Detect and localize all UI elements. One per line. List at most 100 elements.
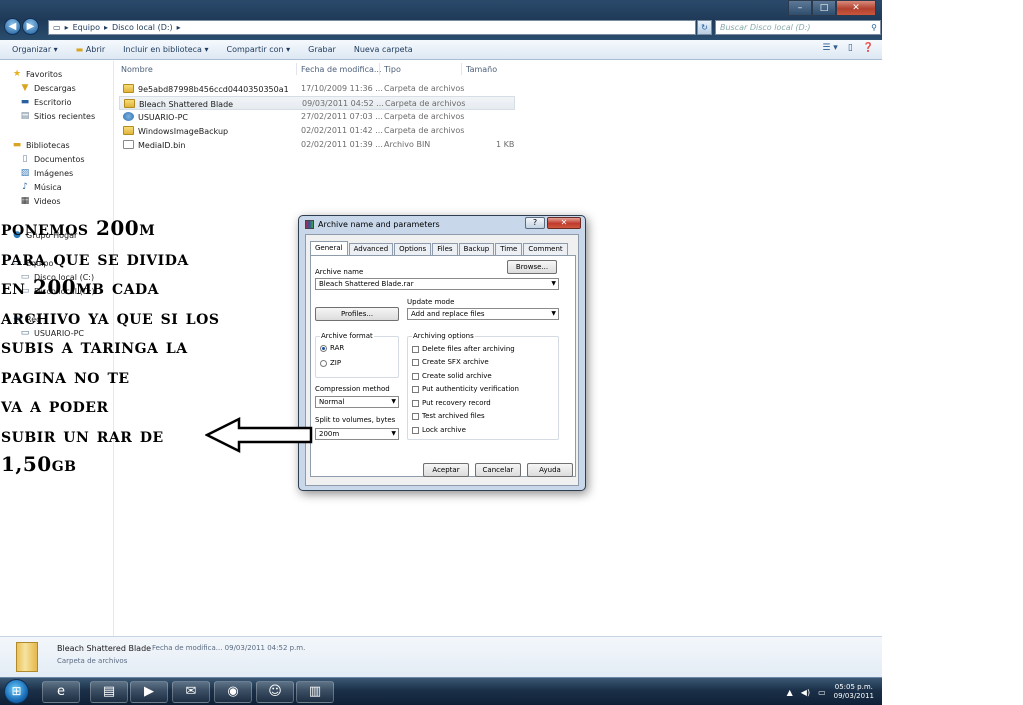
nav-documentos[interactable]: ▯ Documentos <box>20 152 85 166</box>
nav-videos[interactable]: ▦ Videos <box>20 194 61 208</box>
file-type: Carpeta de archivos <box>384 126 465 135</box>
table-row[interactable]: MediaID.bin 02/02/2011 01:39 ... Archivo… <box>119 138 515 152</box>
aceptar-button[interactable]: Aceptar <box>423 463 469 477</box>
column-header-fecha[interactable]: Fecha de modifica... <box>301 65 382 74</box>
search-icon[interactable]: ⚲ <box>871 21 877 34</box>
chrome-icon[interactable]: ◉ <box>214 681 252 703</box>
libraries-icon: ▬ <box>12 140 22 150</box>
abrir-button[interactable]: ▬ Abrir <box>76 45 105 54</box>
help-button[interactable]: ? <box>525 217 545 229</box>
update-mode-value: Add and replace files <box>411 310 485 318</box>
close-button[interactable]: ✕ <box>836 0 876 16</box>
start-orb-icon[interactable]: ⊞ <box>4 679 29 704</box>
network-tray-icon[interactable]: ▭ <box>818 688 826 697</box>
file-icon <box>123 140 134 149</box>
nueva-carpeta-button[interactable]: Nueva carpeta <box>354 45 413 54</box>
update-mode-select[interactable]: Add and replace files ▼ <box>407 308 559 320</box>
column-divider[interactable] <box>461 63 462 75</box>
column-header-nombre[interactable]: Nombre <box>121 65 153 74</box>
browse-button[interactable]: Browse... <box>507 260 557 274</box>
table-row[interactable]: USUARIO-PC 27/02/2011 07:03 ... Carpeta … <box>119 110 515 124</box>
checkbox-create-sfx[interactable]: Create SFX archive <box>412 358 489 366</box>
tab-files[interactable]: Files <box>432 243 458 255</box>
back-arrow-icon[interactable]: ◀ <box>4 18 21 35</box>
annotation-line: 1,50gb <box>1 452 77 476</box>
nav-bibliotecas[interactable]: ▬ Bibliotecas <box>12 138 70 152</box>
search-input[interactable]: Buscar Disco local (D:) ⚲ <box>715 20 881 35</box>
winrar-icon[interactable]: ▥ <box>296 681 334 703</box>
clock[interactable]: 05:05 p.m. 09/03/2011 <box>834 683 874 701</box>
checkbox-delete-files[interactable]: Delete files after archiving <box>412 345 515 353</box>
explorer-window: – □ ✕ ◀ ▶ ▭ ▸ Equipo ▸ Disco local (D:) … <box>0 0 882 705</box>
chevron-down-icon[interactable]: ▼ <box>551 309 556 319</box>
forward-arrow-icon[interactable]: ▶ <box>22 18 39 35</box>
column-header-tipo[interactable]: Tipo <box>384 65 401 74</box>
minimize-button[interactable]: – <box>788 0 812 16</box>
file-date: 02/02/2011 01:42 ... <box>301 126 383 135</box>
media-player-icon[interactable]: ▶ <box>130 681 168 703</box>
table-row[interactable]: 9e5abd87998b456ccd0440350350a1 17/10/200… <box>119 82 515 96</box>
view-options-icon[interactable]: ☰ ▾ <box>822 43 837 53</box>
file-type: Carpeta de archivos <box>384 84 465 93</box>
checkbox-test-files[interactable]: Test archived files <box>412 412 485 420</box>
refresh-icon[interactable]: ↻ <box>697 20 712 35</box>
documents-icon: ▯ <box>22 154 28 164</box>
title-bar: – □ ✕ ◀ ▶ ▭ ▸ Equipo ▸ Disco local (D:) … <box>0 0 882 40</box>
annotation-line: en 200mb cada <box>1 275 159 299</box>
help-icon[interactable]: ❓ <box>863 43 874 53</box>
nav-sitios-recientes[interactable]: ▤ Sitios recientes <box>20 109 95 123</box>
command-bar: Organizar ▾ ▬ Abrir Incluir en bibliotec… <box>0 40 882 60</box>
checkbox-label: Delete files after archiving <box>422 345 515 353</box>
dialog-close-button[interactable]: ✕ <box>547 217 581 229</box>
checkbox-recovery-record[interactable]: Put recovery record <box>412 399 491 407</box>
nav-musica[interactable]: ♪ Música <box>20 180 62 194</box>
nav-escritorio[interactable]: ▬ Escritorio <box>20 95 72 109</box>
mail-icon[interactable]: ✉ <box>172 681 210 703</box>
clock-date: 09/03/2011 <box>833 692 874 700</box>
nav-favoritos[interactable]: ★ Favoritos <box>12 67 62 81</box>
pictures-icon: ▨ <box>20 168 30 178</box>
nav-label: Música <box>34 182 62 192</box>
tab-time[interactable]: Time <box>495 243 523 255</box>
cancelar-button[interactable]: Cancelar <box>475 463 521 477</box>
file-name: WindowsImageBackup <box>138 127 229 136</box>
ayuda-button[interactable]: Ayuda <box>527 463 573 477</box>
nav-descargas[interactable]: ▼ Descargas <box>20 81 76 95</box>
grabar-button[interactable]: Grabar <box>308 45 336 54</box>
checkbox-label: Lock archive <box>422 426 466 434</box>
incluir-biblioteca-button[interactable]: Incluir en biblioteca ▾ <box>123 45 208 54</box>
checkbox-solid-archive[interactable]: Create solid archive <box>412 372 492 380</box>
internet-explorer-icon[interactable]: e <box>42 681 80 703</box>
recent-places-icon: ▤ <box>20 111 30 121</box>
file-type: Carpeta de archivos <box>385 99 466 108</box>
nav-label: Documentos <box>34 154 85 164</box>
view-controls: ☰ ▾ ▯ ❓ <box>822 43 874 53</box>
details-name: Bleach Shattered Blade <box>57 644 152 653</box>
breadcrumb-equipo[interactable]: Equipo <box>73 23 100 32</box>
details-modified: Fecha de modifica... 09/03/2011 04:52 p.… <box>152 644 306 652</box>
address-bar[interactable]: ▭ ▸ Equipo ▸ Disco local (D:) ▸ <box>48 20 696 35</box>
people-icon[interactable]: ☺ <box>256 681 294 703</box>
maximize-button[interactable]: □ <box>812 0 836 16</box>
column-divider[interactable] <box>379 63 380 75</box>
volume-icon[interactable]: ◀) <box>801 688 810 697</box>
nav-imagenes[interactable]: ▨ Imágenes <box>20 166 73 180</box>
chevron-down-icon[interactable]: ▼ <box>551 279 556 289</box>
preview-pane-icon[interactable]: ▯ <box>848 43 853 53</box>
checkbox-authenticity[interactable]: Put authenticity verification <box>412 385 519 393</box>
tray-arrow-icon[interactable]: ▲ <box>787 688 793 697</box>
abrir-label: Abrir <box>85 45 106 54</box>
column-divider[interactable] <box>296 63 297 75</box>
breadcrumb-disco-d[interactable]: Disco local (D:) <box>112 23 173 32</box>
desktop-icon: ▬ <box>20 97 30 107</box>
column-header-tamano[interactable]: Tamaño <box>466 65 497 74</box>
table-row-selected[interactable]: Bleach Shattered Blade 09/03/2011 04:52 … <box>119 96 515 110</box>
file-name: USUARIO-PC <box>138 113 188 122</box>
explorer-folder-icon[interactable]: ▤ <box>90 681 128 703</box>
compartir-button[interactable]: Compartir con ▾ <box>227 45 291 54</box>
tab-comment[interactable]: Comment <box>523 243 568 255</box>
organizar-button[interactable]: Organizar ▾ <box>12 45 58 54</box>
tab-backup[interactable]: Backup <box>458 243 495 255</box>
table-row[interactable]: WindowsImageBackup 02/02/2011 01:42 ... … <box>119 124 515 138</box>
taskbar: ⊞ e ▤ ▶ ✉ ◉ ☺ ▥ ▲ ◀) ▭ 05:05 p.m. 09/03/… <box>0 677 882 705</box>
